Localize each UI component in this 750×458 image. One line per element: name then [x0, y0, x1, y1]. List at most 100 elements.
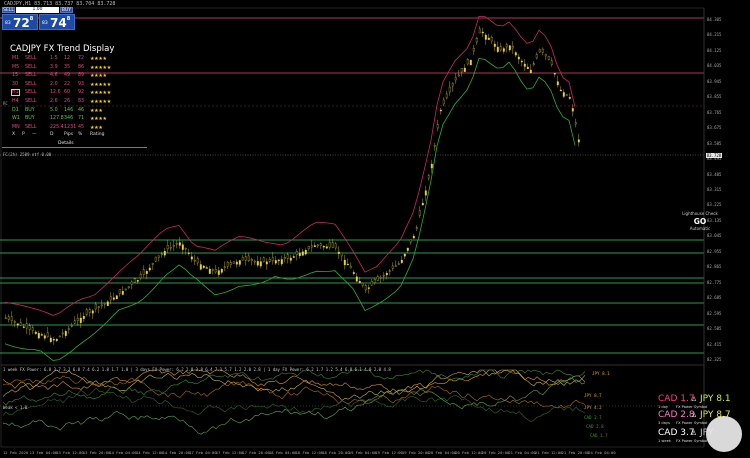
price-tick-label: 83.945 — [707, 78, 722, 84]
candle-body — [253, 260, 256, 263]
time-tick-label: 18 Feb 20:00 — [322, 450, 350, 455]
candle-body — [244, 256, 247, 261]
candle-body — [424, 190, 427, 196]
candle-body — [31, 327, 34, 331]
candle-body — [388, 270, 391, 272]
candle-body — [520, 60, 523, 63]
fx-power-tag: CAD 1.7 — [590, 433, 608, 438]
price-tick-label: 84.035 — [707, 63, 722, 69]
candle-body — [328, 241, 331, 248]
time-tick-label: 19 Feb 20:00 — [402, 450, 430, 455]
details-button[interactable]: Details — [58, 141, 74, 146]
candle-body — [502, 48, 505, 52]
candle-body — [457, 74, 460, 77]
candle-body — [199, 264, 202, 270]
candle-body — [283, 257, 286, 260]
ask-price-pip: 8 — [66, 16, 71, 22]
trend-row-pips: 60 — [64, 90, 71, 96]
candle-body — [154, 256, 157, 262]
candle-body — [250, 259, 253, 262]
price-tick-label: 83.855 — [707, 94, 722, 100]
time-tick-label: 18 Feb 12:00 — [295, 450, 324, 455]
candle-body — [523, 63, 526, 67]
ask-price-box[interactable]: 83 748 — [39, 14, 75, 30]
buy-button[interactable]: BUY — [60, 7, 73, 13]
trend-row-percent: 46 — [78, 107, 85, 113]
trend-row-value: 225.4 — [50, 124, 64, 130]
candle-body — [340, 252, 343, 257]
candle-body — [397, 263, 400, 265]
lighthouse-go[interactable]: GO — [674, 217, 726, 226]
bid-price-digits: 72 — [13, 16, 30, 30]
candle-body — [10, 316, 13, 322]
trend-row-pips: 35 — [64, 64, 71, 70]
candle-body — [82, 316, 85, 319]
price-tick-label: 83.405 — [707, 171, 722, 177]
trend-row-timeframe: 30 — [12, 81, 19, 87]
candle-body — [238, 260, 241, 265]
fx-power-jpy: JPY 8.1 — [700, 394, 731, 404]
trend-row-value: 1.5 — [50, 56, 58, 61]
candle-body — [469, 59, 472, 66]
trend-row-timeframe: M1 — [12, 56, 20, 61]
trend-row-pips: 146 — [64, 107, 74, 113]
candle-body — [172, 245, 175, 247]
time-tick-label: 20 Feb 04:00 — [428, 450, 457, 455]
candle-body — [343, 259, 346, 266]
time-tick-label: 17 Feb 20:00 — [242, 450, 270, 455]
candle-body — [16, 323, 19, 326]
price-tick-label: 82.415 — [707, 341, 722, 347]
candle-body — [109, 296, 112, 301]
trend-row-rating: ★★★ — [90, 107, 103, 114]
price-tick-label: 83.225 — [707, 202, 722, 208]
candle-body — [577, 139, 580, 143]
trend-row-pips: 12 — [64, 56, 71, 61]
candle-body — [232, 261, 235, 264]
candle-body — [277, 259, 280, 262]
sell-button[interactable]: SELL — [2, 7, 15, 13]
candle-body — [265, 261, 268, 265]
bid-price-box[interactable]: 83 728 — [2, 14, 38, 30]
price-tick-label: 83.045 — [707, 233, 722, 239]
chart-canvas[interactable] — [0, 0, 750, 458]
candle-body — [193, 259, 196, 262]
candle-body — [349, 265, 352, 269]
trend-row-percent: 89 — [78, 73, 85, 79]
candle-body — [526, 66, 529, 70]
candle-body — [187, 252, 190, 254]
footer-pin[interactable]: P — [22, 132, 25, 137]
candle-body — [271, 257, 274, 262]
time-tick-label: 14 Feb 04:00 — [109, 450, 137, 455]
lighthouse-mode: Automatic — [689, 226, 711, 231]
time-tick-label: 20 Feb 12:00 — [455, 450, 483, 455]
candle-body — [460, 68, 463, 73]
candle-body — [121, 291, 124, 295]
candle-body — [52, 339, 55, 341]
candle-body — [286, 254, 289, 259]
fx-power-period: 3 days — [658, 421, 670, 425]
time-tick-label: 14 Feb 12:00 — [136, 450, 164, 455]
footer-col-rating: Rating — [90, 132, 105, 137]
footer-minimize[interactable]: — — [32, 132, 37, 137]
candle-body — [19, 322, 22, 326]
candle-body — [64, 331, 67, 336]
price-tick-label: 82.685 — [707, 295, 722, 301]
trend-row-timeframe: H4 — [12, 99, 19, 104]
time-tick-label: 20 Feb 20:00 — [481, 450, 510, 455]
footer-close[interactable]: X — [12, 132, 15, 137]
time-tick-label: 19 Feb 12:00 — [375, 450, 403, 455]
fx-power-period: 1 week — [658, 439, 671, 443]
bid-price-prefix: 83 — [5, 21, 11, 26]
candle-body — [379, 276, 382, 279]
rc-label: RC — [3, 101, 8, 106]
price-tick-label: 84.215 — [707, 32, 722, 38]
candle-body — [175, 243, 178, 245]
time-tick-label: 13 Feb 20:00 — [82, 450, 111, 455]
fx-power-tag: JPY 8.7 — [584, 393, 602, 398]
candle-body — [352, 272, 355, 274]
lot-size-input[interactable]: 1.00 — [16, 7, 59, 13]
candle-body — [439, 109, 442, 112]
candle-body — [130, 281, 133, 285]
candle-body — [325, 246, 328, 249]
time-tick-label: 21 Feb 04:00 — [508, 450, 536, 455]
